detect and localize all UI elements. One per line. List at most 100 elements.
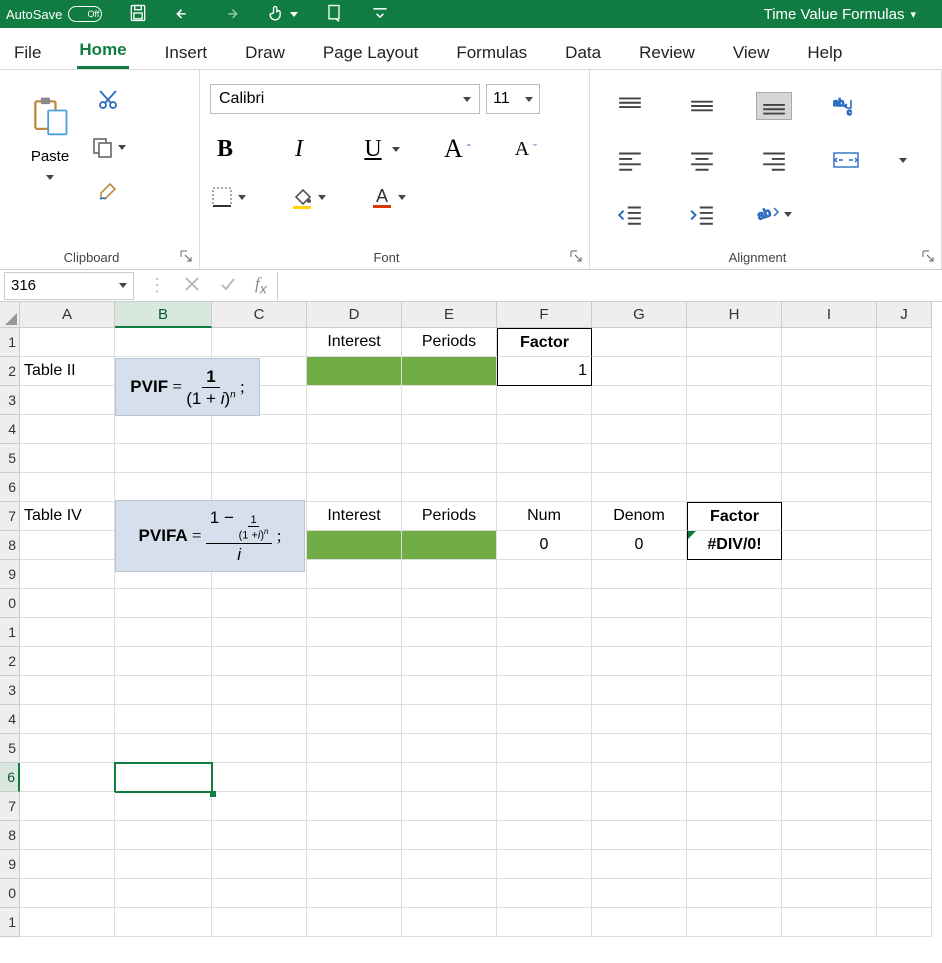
cell[interactable] [115,415,212,444]
row-header[interactable]: 1 [0,908,20,937]
row-header[interactable]: 0 [0,589,20,618]
cell[interactable] [782,676,877,705]
cell[interactable] [20,821,115,850]
cell[interactable] [20,444,115,473]
cell[interactable] [212,792,307,821]
cell[interactable] [877,473,932,502]
cell[interactable]: Periods [402,328,497,357]
align-top-button[interactable] [612,92,648,120]
cell[interactable] [20,908,115,937]
bold-button[interactable]: B [210,136,240,163]
cell[interactable] [497,560,592,589]
row-header[interactable]: 3 [0,386,20,415]
cell[interactable] [782,473,877,502]
cell[interactable]: Num [497,502,592,531]
cell[interactable] [592,734,687,763]
cell[interactable] [212,444,307,473]
format-painter-icon[interactable] [96,179,120,206]
cell[interactable] [782,531,877,560]
col-header-E[interactable]: E [402,302,497,328]
cell[interactable] [20,386,115,415]
autosave-toggle[interactable]: AutoSave Off [6,6,102,22]
cell[interactable] [782,328,877,357]
row-header[interactable]: 6 [0,763,20,792]
cell[interactable] [782,502,877,531]
tab-file[interactable]: File [12,35,43,69]
cell[interactable] [212,908,307,937]
cell[interactable] [782,357,877,386]
cell[interactable] [592,444,687,473]
cell[interactable] [402,705,497,734]
cell[interactable] [687,444,782,473]
cell[interactable] [307,879,402,908]
touch-mode-icon[interactable] [266,4,298,24]
dialog-launcher-alignment[interactable] [921,249,935,263]
font-color-button[interactable]: A [370,185,406,209]
cell[interactable] [212,618,307,647]
cell[interactable] [497,821,592,850]
cell[interactable] [307,792,402,821]
cell[interactable] [877,647,932,676]
col-header-G[interactable]: G [592,302,687,328]
qat-customize-icon[interactable] [370,3,390,26]
row-header[interactable]: 7 [0,502,20,531]
cell[interactable] [497,763,592,792]
cell[interactable] [877,415,932,444]
undo-icon[interactable] [174,3,194,26]
cell[interactable] [687,850,782,879]
tab-insert[interactable]: Insert [163,35,210,69]
cell[interactable] [20,850,115,879]
cell[interactable] [497,589,592,618]
paste-button[interactable]: Paste [10,78,90,228]
cell[interactable] [687,647,782,676]
cell[interactable] [115,792,212,821]
cell[interactable] [402,821,497,850]
merge-dropdown[interactable] [885,146,921,174]
cell[interactable] [402,908,497,937]
cell[interactable]: Factor [497,328,592,357]
cell[interactable]: Interest [307,502,402,531]
cell[interactable]: Factor [687,502,782,531]
cell[interactable] [402,473,497,502]
shrink-font-button[interactable]: Aˇ [515,138,537,161]
cell[interactable] [497,879,592,908]
cell[interactable] [877,531,932,560]
cell[interactable] [592,763,687,792]
cell[interactable] [687,676,782,705]
cell[interactable] [592,908,687,937]
cell[interactable] [115,589,212,618]
cell[interactable] [497,676,592,705]
cell-selected[interactable] [115,763,212,792]
row-header[interactable]: 2 [0,357,20,386]
more-options-icon[interactable]: ⋮ [148,275,165,296]
cell[interactable] [402,647,497,676]
cell[interactable] [212,647,307,676]
cell[interactable] [307,676,402,705]
cell[interactable] [592,821,687,850]
cell[interactable] [115,879,212,908]
merge-center-button[interactable] [828,146,864,174]
cell[interactable] [20,560,115,589]
cell[interactable] [402,415,497,444]
cell[interactable] [402,618,497,647]
cell[interactable] [497,386,592,415]
cell[interactable] [687,473,782,502]
decrease-indent-button[interactable] [612,200,648,228]
row-header[interactable]: 4 [0,415,20,444]
cell[interactable] [212,821,307,850]
cell[interactable] [307,763,402,792]
cell[interactable] [115,734,212,763]
cell[interactable] [20,647,115,676]
cell[interactable]: Interest [307,328,402,357]
tab-data[interactable]: Data [563,35,603,69]
cell[interactable] [212,415,307,444]
cell[interactable] [782,908,877,937]
cell[interactable] [497,705,592,734]
enter-formula-icon[interactable] [219,275,237,296]
row-header[interactable]: 1 [0,618,20,647]
save-icon[interactable] [128,3,148,26]
cell[interactable] [20,879,115,908]
cell[interactable] [307,386,402,415]
col-header-D[interactable]: D [307,302,402,328]
cell[interactable] [212,676,307,705]
